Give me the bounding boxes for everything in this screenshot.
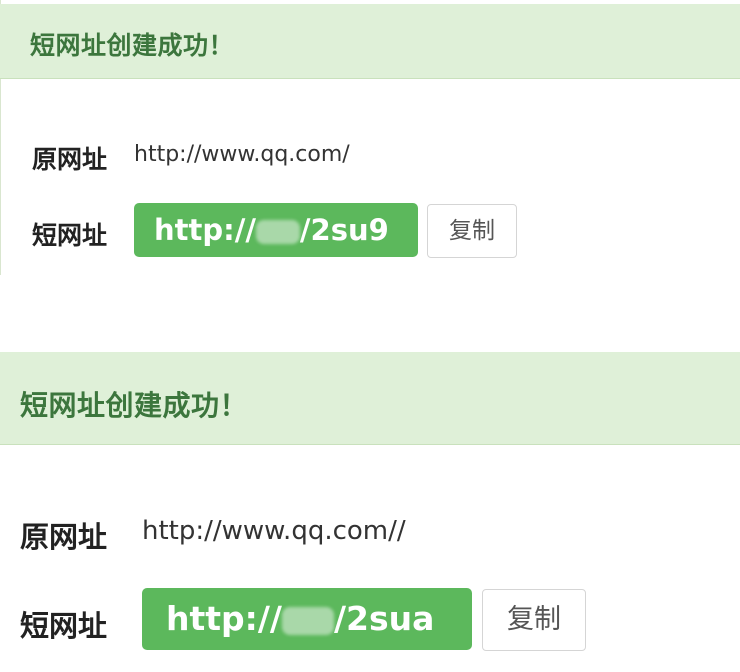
copy-button[interactable]: 复制 (427, 204, 517, 258)
success-title: 短网址创建成功！ (30, 31, 235, 60)
short-url-prefix: http:// (166, 599, 282, 638)
original-url-label: 原网址 (20, 520, 108, 554)
copy-button[interactable]: 复制 (482, 589, 586, 651)
redacted-domain (255, 220, 300, 244)
result-panel-1: 短网址创建成功！ 原网址 http://www.qq.com/ 短网址 http… (0, 0, 740, 275)
result-panel-2: 短网址创建成功！ 原网址 http://www.qq.com// 短网址 htt… (0, 348, 740, 672)
short-url-badge[interactable]: http:// /2su9 (134, 203, 418, 257)
original-url-value: http://www.qq.com/ (134, 142, 350, 167)
short-url-prefix: http:// (154, 213, 256, 247)
short-url-suffix: /2sua (333, 599, 435, 638)
success-header: 短网址创建成功！ (0, 4, 740, 79)
short-url-suffix: /2su9 (299, 213, 389, 247)
short-url-label: 短网址 (20, 609, 108, 643)
short-url-badge[interactable]: http:// /2sua (142, 588, 472, 650)
short-url-label: 短网址 (32, 221, 108, 250)
original-url-label: 原网址 (32, 145, 108, 174)
success-title: 短网址创建成功！ (20, 389, 249, 422)
original-url-value: http://www.qq.com// (142, 516, 406, 546)
success-header: 短网址创建成功！ (0, 352, 740, 445)
redacted-domain (281, 606, 334, 635)
